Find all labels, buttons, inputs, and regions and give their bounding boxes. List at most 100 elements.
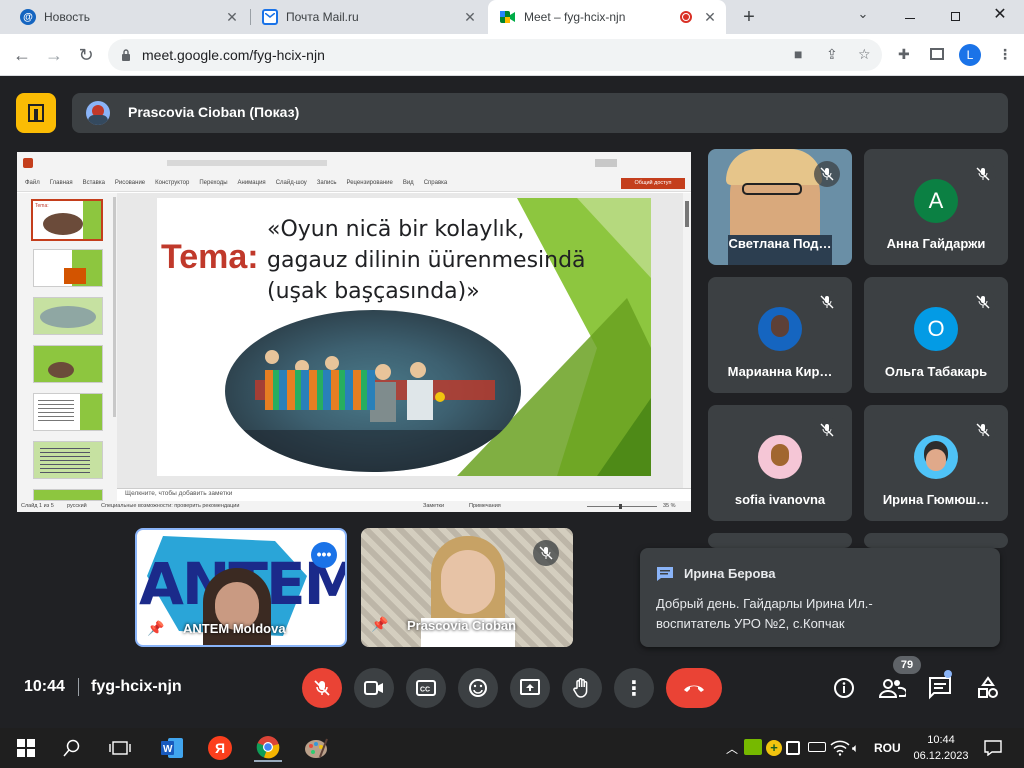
- menu-item[interactable]: Рисование: [115, 180, 145, 186]
- menu-item[interactable]: Запись: [317, 180, 337, 186]
- thumbnail-5[interactable]: [33, 393, 103, 431]
- menu-item[interactable]: Вставка: [83, 180, 105, 186]
- pinned-tile-presenter[interactable]: 📌 Prascovia Cioban: [361, 528, 573, 647]
- menu-item[interactable]: Слайд-шоу: [276, 180, 307, 186]
- tab-meet[interactable]: Meet – fyg-hcix-njn ✕: [488, 0, 726, 34]
- chat-button[interactable]: [928, 676, 952, 700]
- search-icon[interactable]: [58, 734, 86, 762]
- menu-item[interactable]: Рецензирование: [346, 180, 392, 186]
- close-window-button[interactable]: ✕: [990, 4, 1010, 26]
- notes-pane[interactable]: Щелкните, чтобы добавить заметки: [117, 488, 691, 500]
- participant-tile[interactable]: Ирина Гюмюш…: [864, 405, 1008, 521]
- more-options-button[interactable]: ⋮: [614, 668, 654, 708]
- zoom-level[interactable]: 35 %: [663, 503, 676, 509]
- reactions-button[interactable]: [458, 668, 498, 708]
- menu-item[interactable]: Вид: [403, 180, 414, 186]
- raise-hand-button[interactable]: [562, 668, 602, 708]
- word-icon[interactable]: W: [158, 734, 186, 762]
- participant-tile[interactable]: [864, 533, 1008, 548]
- participant-tile[interactable]: Светлана Под…: [708, 149, 852, 265]
- camera-permission-icon[interactable]: ■: [794, 46, 802, 62]
- close-tab-icon[interactable]: ✕: [702, 9, 718, 26]
- menu-item[interactable]: Анимация: [238, 180, 266, 186]
- pin-icon[interactable]: 📌: [147, 620, 164, 637]
- minimize-button[interactable]: [900, 8, 920, 28]
- chat-toast[interactable]: Ирина Берова Добрый день. Гайдарлы Ирина…: [640, 548, 1000, 647]
- pin-icon[interactable]: 📌: [371, 616, 388, 633]
- pinned-tile-antem[interactable]: ANTEM ••• 📌 ANTEM Moldova: [135, 528, 347, 647]
- menu-item[interactable]: Главная: [50, 180, 73, 186]
- activities-button[interactable]: [976, 676, 1000, 700]
- news-favicon-icon: @: [20, 9, 36, 25]
- lock-icon[interactable]: [121, 48, 131, 61]
- notification-center-icon[interactable]: [984, 740, 1002, 757]
- hang-up-icon: [684, 685, 704, 692]
- comments-toggle[interactable]: Примечания: [469, 503, 501, 509]
- slide-scrollbar[interactable]: [683, 193, 691, 488]
- tray-app-icon[interactable]: [786, 741, 800, 755]
- nvidia-tray-icon[interactable]: [744, 739, 762, 755]
- zoom-slider[interactable]: [587, 504, 657, 509]
- notes-toggle[interactable]: Заметки: [423, 503, 444, 509]
- back-arrow-icon[interactable]: ←: [10, 43, 34, 67]
- participant-tile[interactable]: A Анна Гайдаржи: [864, 149, 1008, 265]
- keyboard-language[interactable]: ROU: [874, 741, 901, 755]
- show-hidden-icons[interactable]: ︿: [726, 740, 738, 757]
- participant-tile[interactable]: O Ольга Табакарь: [864, 277, 1008, 393]
- restore-button[interactable]: [945, 8, 965, 28]
- task-view-icon[interactable]: [106, 734, 134, 762]
- thumbnail-2[interactable]: [33, 249, 103, 287]
- close-tab-icon[interactable]: ✕: [462, 9, 478, 26]
- present-screen-button[interactable]: [510, 668, 550, 708]
- taskbar-clock[interactable]: 10:44 06.12.2023: [908, 732, 974, 764]
- tab-mail[interactable]: Почта Mail.ru ✕: [250, 0, 486, 34]
- chat-sender: Ирина Берова: [684, 566, 776, 581]
- mic-toggle-button[interactable]: [302, 668, 342, 708]
- thumbnail-3[interactable]: [33, 297, 103, 335]
- tab-novost[interactable]: @ Новость ✕: [8, 0, 248, 34]
- update-tray-icon[interactable]: +: [766, 740, 782, 756]
- presentation-logo-button[interactable]: [16, 93, 56, 133]
- yandex-browser-icon[interactable]: Я: [206, 734, 234, 762]
- thumbnail-scrollbar[interactable]: [113, 197, 116, 417]
- participant-tile[interactable]: [708, 533, 852, 548]
- participant-tile[interactable]: sofia ivanovna: [708, 405, 852, 521]
- wifi-icon[interactable]: [830, 740, 850, 756]
- profile-avatar[interactable]: L: [959, 44, 981, 66]
- browser-menu-icon[interactable]: ⋮: [998, 46, 1012, 63]
- reload-icon[interactable]: ↻: [74, 43, 98, 67]
- battery-icon[interactable]: [808, 742, 826, 752]
- participants-button[interactable]: [878, 676, 908, 700]
- windows-start-icon[interactable]: [12, 734, 40, 762]
- menu-item[interactable]: Переходы: [199, 180, 227, 186]
- new-tab-button[interactable]: +: [738, 6, 760, 28]
- camera-toggle-button[interactable]: [354, 668, 394, 708]
- more-options-icon[interactable]: •••: [311, 542, 337, 568]
- extensions-icon[interactable]: ✚: [898, 46, 910, 63]
- thumbnail-4[interactable]: [33, 345, 103, 383]
- thumbnail-1[interactable]: Tema:: [31, 199, 103, 241]
- captions-button[interactable]: CC: [406, 668, 446, 708]
- tab-search-icon[interactable]: ⌄: [852, 6, 874, 28]
- share-icon[interactable]: ⇪: [826, 46, 838, 63]
- thumbnail-7[interactable]: [33, 489, 103, 501]
- close-tab-icon[interactable]: ✕: [224, 9, 240, 26]
- menu-item[interactable]: Справка: [424, 180, 448, 186]
- forward-arrow-icon[interactable]: →: [42, 43, 66, 67]
- thumbnail-6[interactable]: [33, 441, 103, 479]
- menu-item[interactable]: Конструктор: [155, 180, 189, 186]
- participant-tile[interactable]: Марианна Кир…: [708, 277, 852, 393]
- ppt-language[interactable]: русский: [67, 503, 87, 509]
- participant-name: ANTEM Moldova: [183, 621, 286, 636]
- bookmark-star-icon[interactable]: ☆: [858, 46, 871, 63]
- windows-taskbar: [0, 728, 1024, 768]
- volume-icon[interactable]: 🔈︎: [852, 741, 859, 756]
- end-call-button[interactable]: [666, 668, 722, 708]
- menu-item[interactable]: Файл: [25, 180, 40, 186]
- side-panel-icon[interactable]: [930, 48, 944, 60]
- meeting-details-button[interactable]: [832, 676, 856, 700]
- paint-icon[interactable]: [302, 734, 330, 762]
- chrome-icon[interactable]: [254, 734, 282, 762]
- share-ppt-button[interactable]: Общий доступ: [621, 178, 685, 189]
- accessibility-check[interactable]: Специальные возможности: проверить реком…: [101, 503, 239, 509]
